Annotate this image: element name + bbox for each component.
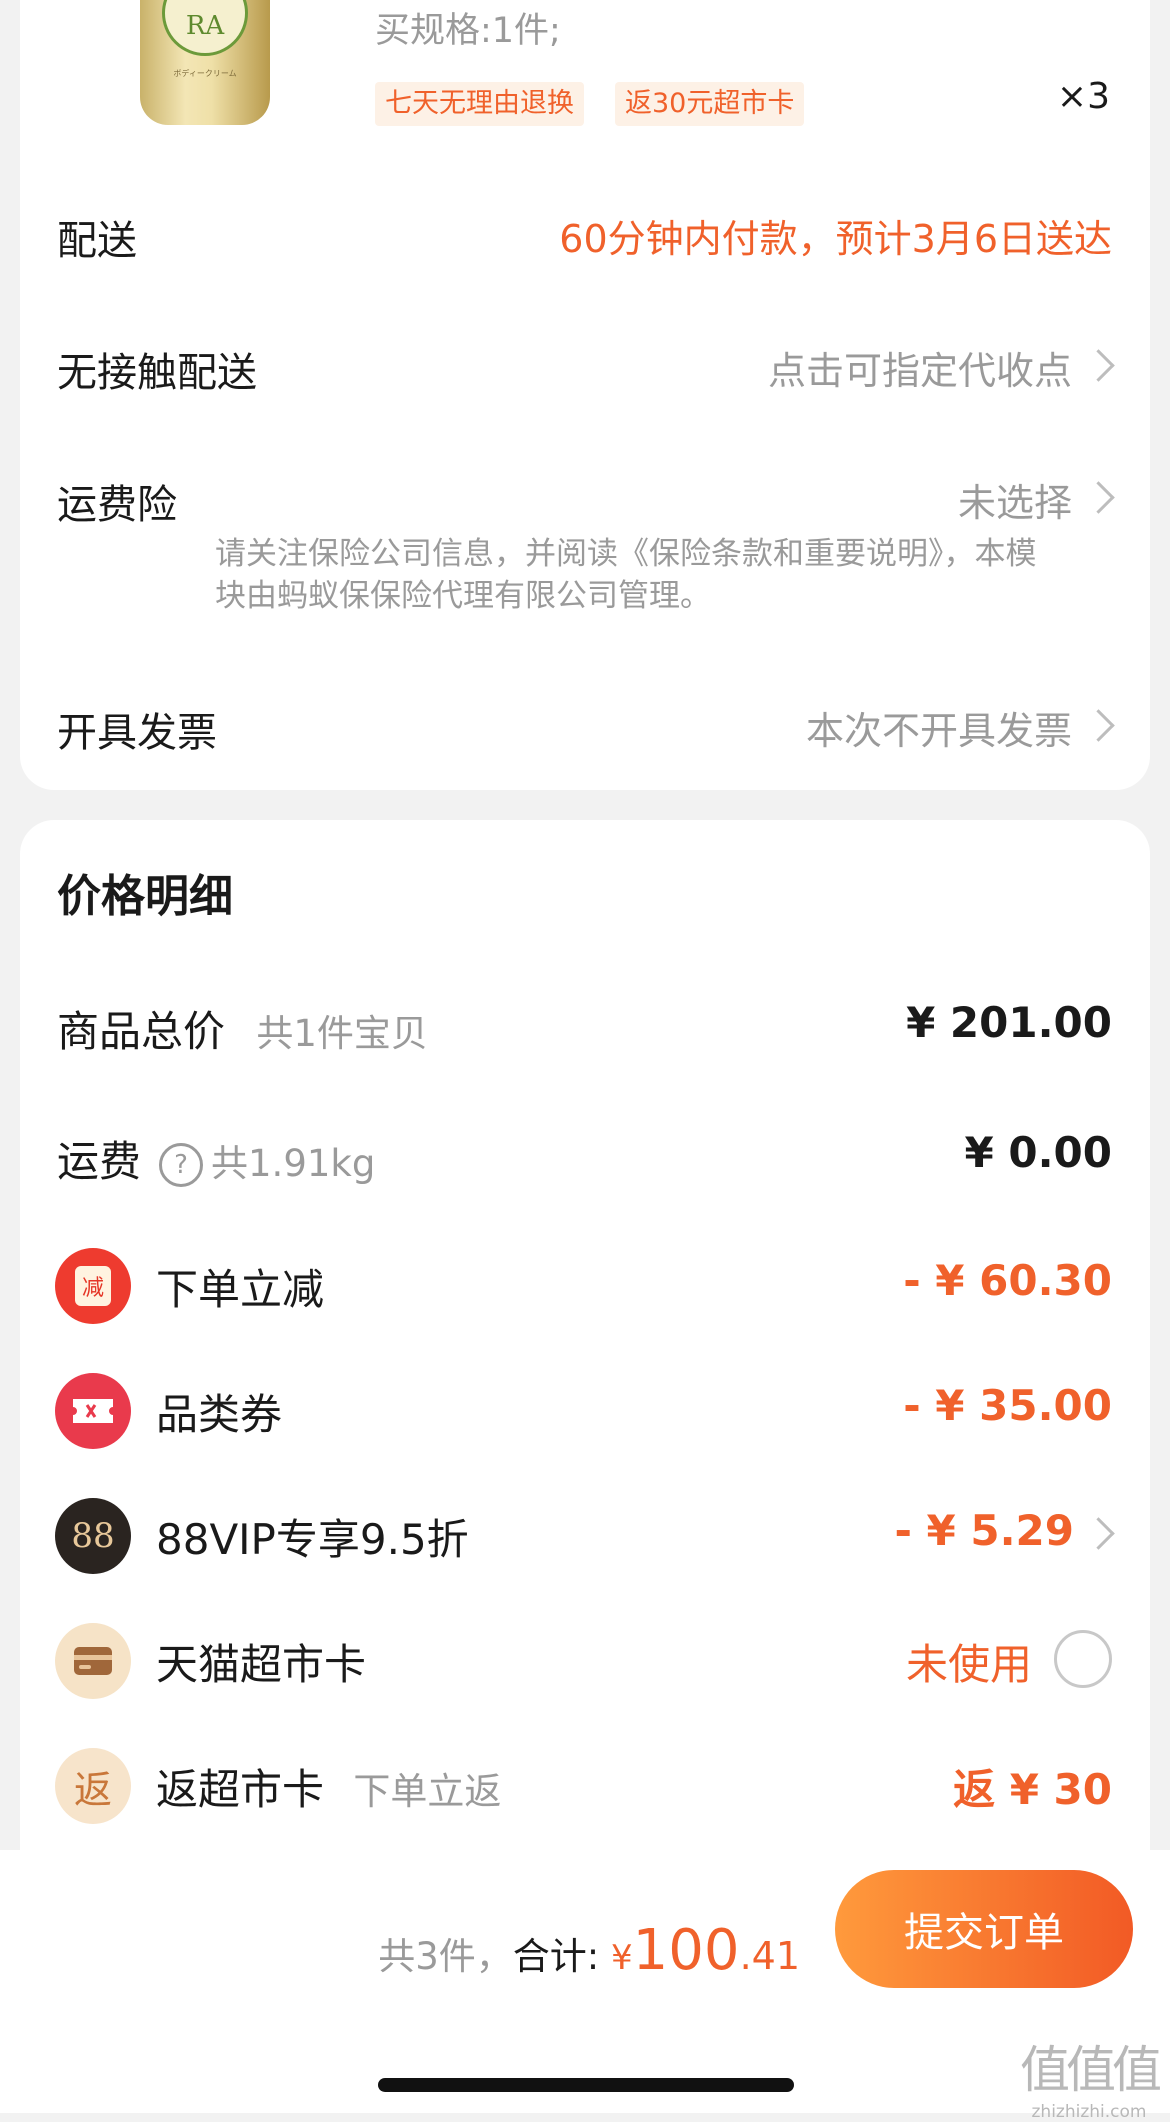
rebate-card-label: 返超市卡 — [156, 1765, 325, 1814]
tmall-card-status: 未使用 — [905, 1640, 1032, 1689]
watermark: 值值值 zhizhizhi.com — [1020, 2030, 1162, 2122]
currency-symbol: ¥ — [611, 1938, 633, 1978]
rebate-tag: 返30元超市卡 — [615, 82, 805, 126]
invoice-value: 本次不开具发票 — [805, 709, 1072, 753]
card-icon — [55, 1623, 131, 1699]
rebate-card-amount: 返 ¥ 30 — [953, 1765, 1112, 1814]
product-spec: 买规格:1件; — [375, 11, 561, 51]
shipping-fee-row: 运费? 共1.91kg — [57, 1128, 375, 1189]
shipping-fee-amount: ¥ 0.00 — [964, 1128, 1112, 1177]
submit-order-button[interactable]: 提交订单 — [835, 1870, 1133, 1988]
checkout-bar: 共3件，合计: ¥100.41 提交订单 值值值 zhizhizhi.com — [0, 1850, 1170, 2122]
order-info-card: RA ボディークリーム 买规格:1件; 七天无理由退换 返30元超市卡 ×3 配… — [20, 0, 1150, 790]
tmall-card-radio[interactable] — [1054, 1630, 1112, 1688]
delivery-label: 配送 — [57, 218, 137, 264]
rebate-card-row: 返超市卡 下单立返 — [156, 1756, 501, 1817]
order-total: 共3件，合计: ¥100.41 — [378, 1918, 800, 1983]
chevron-right-icon — [1082, 1517, 1115, 1550]
price-detail-card: 价格明细 商品总价 共1件宝贝 ¥ 201.00 运费? 共1.91kg ¥ 0.… — [20, 820, 1150, 1850]
product-quantity: ×3 — [1056, 76, 1110, 117]
instant-discount-amount: - ¥ 60.30 — [903, 1256, 1112, 1305]
88vip-discount-label: 88VIP专享9.5折 — [156, 1515, 469, 1564]
item-count: 共3件， — [378, 1935, 513, 1978]
instant-discount-label: 下单立减 — [156, 1265, 325, 1314]
goods-count: 共1件宝贝 — [256, 1012, 428, 1055]
tmall-card-label: 天猫超市卡 — [156, 1640, 367, 1689]
total-label: 合计: — [512, 1935, 600, 1978]
shipping-insurance-value: 未选择 — [957, 481, 1072, 525]
coupon-icon — [55, 1373, 131, 1449]
chevron-right-icon — [1082, 349, 1115, 382]
chevron-right-icon — [1082, 709, 1115, 742]
chevron-right-icon — [1082, 481, 1115, 514]
contactless-delivery-label: 无接触配送 — [57, 350, 257, 396]
category-coupon-amount: - ¥ 35.00 — [903, 1381, 1112, 1430]
product-image-text: ボディークリーム — [173, 69, 237, 78]
goods-total-amount: ¥ 201.00 — [906, 998, 1112, 1047]
help-icon[interactable]: ? — [159, 1142, 204, 1187]
return-policy-tag: 七天无理由退换 — [375, 82, 584, 126]
price-detail-title: 价格明细 — [57, 871, 233, 922]
shipping-fee-label: 运费 — [57, 1137, 142, 1186]
contactless-delivery-value: 点击可指定代收点 — [767, 349, 1072, 393]
total-decimal: .41 — [739, 1934, 800, 1978]
shipping-weight: 共1.91kg — [211, 1142, 376, 1185]
red-packet-icon: 减 — [55, 1248, 131, 1324]
goods-total-row: 商品总价 共1件宝贝 — [57, 998, 428, 1059]
shipping-insurance-label: 运费险 — [57, 482, 177, 528]
88vip-icon: 88 — [55, 1498, 131, 1574]
home-indicator[interactable] — [378, 2078, 794, 2092]
goods-total-label: 商品总价 — [57, 1007, 226, 1056]
product-logo: RA — [162, 0, 248, 56]
delivery-estimate: 60分钟内付款，预计3月6日送达 — [559, 217, 1112, 261]
watermark-url: zhizhizhi.com — [1031, 2102, 1147, 2122]
88vip-discount-amount: - ¥ 5.29 — [894, 1506, 1074, 1555]
category-coupon-label: 品类券 — [156, 1390, 283, 1439]
rebate-icon: 返 — [55, 1748, 131, 1824]
rebate-card-note: 下单立返 — [353, 1770, 502, 1813]
invoice-label: 开具发票 — [57, 710, 217, 756]
watermark-logo: 值值值 — [1020, 2041, 1162, 2099]
product-thumbnail[interactable]: RA ボディークリーム — [140, 0, 270, 125]
insurance-notice: 请关注保险公司信息，并阅读《保险条款和重要说明》，本模块由蚂蚁保保险代理有限公司… — [215, 536, 1037, 614]
total-integer: 100 — [632, 1918, 740, 1983]
